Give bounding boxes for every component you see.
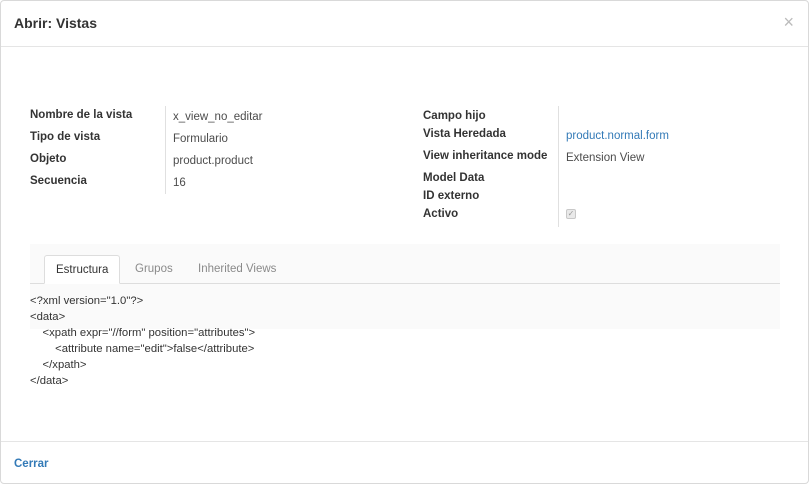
arch-line: </data> <box>30 375 69 387</box>
active-label: Activo <box>423 208 459 220</box>
close-icon[interactable]: × <box>783 11 794 33</box>
model-data-label: Model Data <box>423 172 485 184</box>
inherited-view-link[interactable]: product.normal.form <box>566 130 669 142</box>
inheritance-mode-label: View inheritance mode <box>423 150 548 162</box>
left-group-divider <box>165 106 166 194</box>
arch-line: <?xml version="1.0"?> <box>30 295 144 307</box>
model-value: product.product <box>173 155 253 167</box>
arch-line: <data> <box>30 311 66 323</box>
arch-line: </xpath> <box>30 359 87 371</box>
inheritance-mode-value: Extension View <box>566 152 645 164</box>
view-name-label: Nombre de la vista <box>30 109 133 121</box>
tab-grupos[interactable]: Grupos <box>124 255 184 284</box>
sequence-value: 16 <box>173 177 186 189</box>
view-type-label: Tipo de vista <box>30 131 101 143</box>
right-group-divider <box>558 106 559 227</box>
view-type-value: Formulario <box>173 133 228 145</box>
tab-inherited-views[interactable]: Inherited Views <box>187 255 287 284</box>
modal-title: Abrir: Vistas <box>14 15 97 31</box>
arch-line: <attribute name="edit">false</attribute> <box>30 343 255 355</box>
child-field-label: Campo hijo <box>423 110 486 122</box>
external-id-label: ID externo <box>423 190 480 202</box>
modal-footer: Cerrar <box>1 441 808 484</box>
sequence-label: Secuencia <box>30 175 87 187</box>
close-button[interactable]: Cerrar <box>14 458 49 470</box>
modal-dialog: Abrir: Vistas × Nombre de la vista x_vie… <box>0 0 809 484</box>
arch-line: <xpath expr="//form" position="attribute… <box>30 327 256 339</box>
active-checkbox[interactable]: ✓ <box>566 209 576 219</box>
model-label: Objeto <box>30 153 67 165</box>
arch-code-block: <?xml version="1.0"?> <data> <xpath expr=… <box>30 293 255 389</box>
inherited-view-label: Vista Heredada <box>423 128 506 140</box>
view-name-value: x_view_no_editar <box>173 111 263 123</box>
modal-header: Abrir: Vistas × <box>1 1 808 47</box>
tab-estructura[interactable]: Estructura <box>44 255 121 284</box>
